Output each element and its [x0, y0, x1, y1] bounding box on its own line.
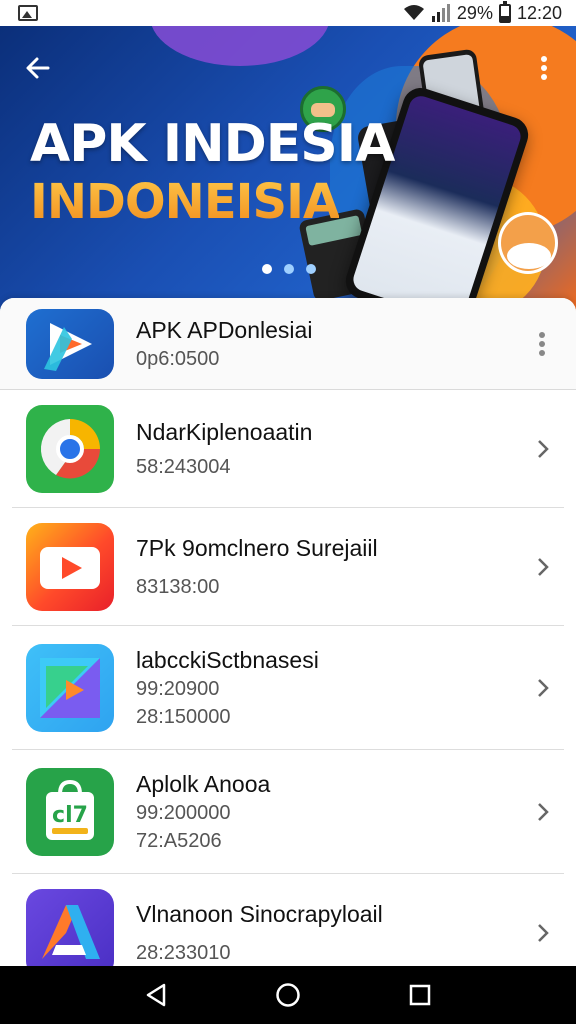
app-name: APK APDonlesiai: [136, 316, 313, 343]
carousel-indicator: [262, 264, 316, 274]
app-name: 7Pk 9omclnero Surejaiil: [136, 535, 378, 561]
wifi-icon: [403, 5, 424, 20]
app-list: APK APDonlesiai 0p6:0500 NdarKiplenoaati…: [0, 298, 576, 966]
app-name: Aplolk Anooa: [136, 771, 271, 797]
more-options-button[interactable]: [524, 48, 564, 88]
carousel-dot[interactable]: [262, 264, 272, 274]
arrow-left-icon: [26, 57, 50, 79]
featured-app-icon: [26, 308, 114, 379]
screen: 29% 12:20 APK INDESIA INDONEISIA APK APD…: [0, 0, 576, 1024]
app-meta: 0p6:0500: [136, 347, 220, 370]
nav-recents-button[interactable]: [398, 973, 442, 1017]
clock: 12:20: [516, 2, 562, 23]
hero-title: APK INDESIA: [30, 114, 395, 174]
list-item[interactable]: 7Pk 9omclnero Surejaiil 83138:00: [0, 508, 576, 626]
battery-percent: 29%: [456, 2, 493, 23]
app-meta: 28:150000: [136, 706, 231, 728]
app-meta: 72:A5206: [136, 830, 222, 852]
featured-app-row[interactable]: APK APDonlesiai 0p6:0500: [0, 298, 576, 390]
app-icon: cl7: [26, 768, 114, 856]
chevron-right-icon[interactable]: [532, 556, 554, 578]
featured-app-info: APK APDonlesiai 0p6:0500: [136, 315, 312, 373]
app-meta: 28:233010: [136, 942, 231, 964]
fox-mascot-icon: [498, 212, 558, 274]
carousel-dot[interactable]: [284, 264, 294, 274]
svg-text:cl7: cl7: [52, 803, 88, 828]
back-button[interactable]: [18, 48, 58, 88]
more-vert-icon: [541, 56, 547, 80]
app-info: labcckiSctbnasesi 99:20900 28:150000: [136, 645, 319, 731]
list-item[interactable]: Vlnanoon Sinocrapyloail 28:233010: [0, 874, 576, 966]
chevron-right-icon[interactable]: [532, 438, 554, 460]
app-meta: 99:20900: [136, 678, 220, 700]
square-recents-icon: [409, 984, 431, 1006]
status-bar: 29% 12:20: [0, 0, 576, 26]
list-item[interactable]: cl7 Aplolk Anooa 99:200000 72:A5206: [0, 750, 576, 874]
app-icon: [26, 405, 114, 493]
prism-play-icon: [40, 658, 100, 718]
shopping-bag-icon: cl7: [46, 779, 94, 840]
hero-decor-purple: [150, 26, 330, 66]
chevron-right-icon[interactable]: [532, 801, 554, 823]
signal-icon: [431, 4, 450, 22]
chevron-right-icon[interactable]: [532, 922, 554, 944]
chevron-right-icon[interactable]: [532, 677, 554, 699]
hero-banner[interactable]: APK INDESIA INDONEISIA: [0, 26, 576, 316]
status-left: [18, 5, 38, 21]
app-name: NdarKiplenoaatin: [136, 419, 313, 445]
battery-icon: [498, 0, 511, 23]
app-info: Vlnanoon Sinocrapyloail 28:233010: [136, 899, 383, 966]
app-name: labcckiSctbnasesi: [136, 647, 319, 673]
video-play-icon: [40, 547, 100, 589]
status-right: 29% 12:20: [403, 0, 562, 24]
gallery-notification-icon: [18, 5, 38, 21]
a-letter-icon: [42, 905, 100, 959]
app-info: 7Pk 9omclnero Surejaiil 83138:00: [136, 533, 378, 601]
chrome-like-icon: [34, 413, 106, 485]
system-nav-bar: [0, 966, 576, 1024]
hero-subtitle: INDONEISIA: [30, 174, 340, 230]
list-item[interactable]: NdarKiplenoaatin 58:243004: [0, 390, 576, 508]
triangle-back-icon: [146, 983, 166, 1007]
more-vert-icon: [539, 331, 545, 356]
featured-app-menu-button[interactable]: [530, 328, 554, 360]
app-meta: 58:243004: [136, 456, 231, 478]
nav-home-button[interactable]: [266, 973, 310, 1017]
app-icon: [26, 889, 114, 966]
list-item[interactable]: labcckiSctbnasesi 99:20900 28:150000: [0, 626, 576, 750]
play-triangle-icon: [44, 322, 92, 371]
app-info: Aplolk Anooa 99:200000 72:A5206: [136, 769, 270, 855]
app-icon: [26, 644, 114, 732]
app-meta: 83138:00: [136, 576, 220, 598]
circle-home-icon: [276, 983, 300, 1007]
carousel-dot[interactable]: [306, 264, 316, 274]
app-info: NdarKiplenoaatin 58:243004: [136, 417, 312, 481]
app-icon: [26, 523, 114, 611]
nav-back-button[interactable]: [134, 973, 178, 1017]
app-meta: 99:200000: [136, 802, 231, 824]
app-name: Vlnanoon Sinocrapyloail: [136, 901, 383, 927]
